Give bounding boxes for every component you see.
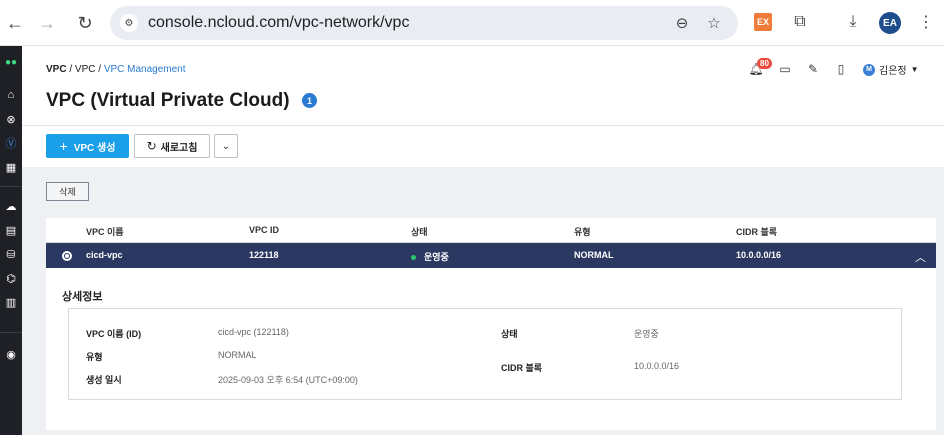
breadcrumb-current[interactable]: VPC Management bbox=[104, 64, 186, 75]
cloud-icon[interactable]: ☁ bbox=[3, 198, 19, 214]
chevron-down-icon: ▼ bbox=[910, 65, 919, 74]
address-bar[interactable]: ⚙ console.ncloud.com/vpc-network/vpc ⊖ ☆ bbox=[110, 6, 738, 40]
cell-type: NORMAL bbox=[574, 250, 614, 260]
detail-value: 2025-09-03 오후 6:54 (UTC+09:00) bbox=[218, 375, 358, 385]
ncloud-logo-icon[interactable]: ●● bbox=[3, 54, 19, 70]
detail-box: VPC 이름 (ID) cicd-vpc (122118) 유형 NORMAL … bbox=[68, 308, 902, 400]
detail-value: cicd-vpc (122118) bbox=[218, 327, 289, 337]
detail-title: 상세정보 bbox=[62, 291, 103, 303]
extension-ex-icon[interactable]: EX bbox=[754, 13, 772, 31]
url-text[interactable]: console.ncloud.com/vpc-network/vpc bbox=[148, 14, 409, 32]
close-circle-icon[interactable]: ⊗ bbox=[3, 111, 19, 127]
database-icon[interactable]: ⛁ bbox=[3, 246, 19, 262]
refresh-button[interactable]: ↻ 새로고침 bbox=[134, 134, 210, 158]
column-header[interactable]: 상태 bbox=[411, 225, 428, 238]
cell-vpc-id: 122118 bbox=[249, 250, 279, 260]
storage-icon[interactable]: ⌬ bbox=[3, 270, 19, 286]
chat-icon[interactable]: ▭ bbox=[778, 62, 792, 76]
reload-icon[interactable]: ↻ bbox=[70, 8, 100, 38]
server-icon[interactable]: ▤ bbox=[3, 222, 19, 238]
notification-badge: 80 bbox=[757, 58, 772, 69]
home-icon[interactable]: ⌂ bbox=[3, 87, 19, 103]
table-row[interactable]: cicd-vpc 122118 운영중 NORMAL 10.0.0.0/16 ︿ bbox=[46, 243, 936, 268]
zoom-icon[interactable]: ⊖ bbox=[672, 13, 692, 33]
cell-cidr: 10.0.0.0/16 bbox=[736, 250, 782, 260]
site-info-icon[interactable]: ⚙ bbox=[120, 14, 138, 32]
cell-vpc-name: cicd-vpc bbox=[86, 250, 123, 260]
user-menu[interactable]: M 김은정 ▼ bbox=[863, 62, 919, 77]
create-vpc-button[interactable]: + VPC 생성 bbox=[46, 134, 129, 158]
detail-value: NORMAL bbox=[218, 350, 257, 360]
back-icon[interactable]: ← bbox=[0, 8, 30, 38]
vpc-icon[interactable]: Ⓥ bbox=[3, 135, 19, 151]
support-icon[interactable]: ◉ bbox=[3, 346, 19, 362]
page-title: VPC (Virtual Private Cloud) bbox=[46, 90, 290, 111]
user-name: 김은정 bbox=[879, 66, 907, 77]
extensions-puzzle-icon[interactable]: ⧉ bbox=[788, 10, 812, 34]
grid-icon[interactable]: ▦ bbox=[3, 159, 19, 175]
status-dot-icon bbox=[411, 255, 416, 261]
detail-value: 10.0.0.0/16 bbox=[634, 361, 680, 371]
download-icon[interactable]: ⤓ bbox=[841, 10, 865, 34]
book-icon[interactable]: ▯ bbox=[834, 62, 848, 76]
user-avatar: M bbox=[863, 63, 875, 76]
column-header[interactable]: VPC 이름 bbox=[86, 225, 124, 238]
plus-icon: + bbox=[59, 138, 68, 154]
column-header[interactable]: 유형 bbox=[574, 225, 591, 238]
browser-toolbar: ← → ↻ ⚙ console.ncloud.com/vpc-network/v… bbox=[0, 0, 944, 46]
row-radio[interactable] bbox=[62, 251, 72, 261]
main-content: VPC / VPC / VPC Management 🔔︎ 80 ▭ ✎ ▯ M… bbox=[22, 47, 944, 435]
breadcrumb: VPC / VPC / VPC Management bbox=[46, 64, 186, 75]
detail-label: 생성 일시 bbox=[86, 375, 122, 385]
refresh-icon: ↻ bbox=[146, 139, 157, 153]
detail-label: 유형 bbox=[86, 352, 103, 362]
forward-icon[interactable]: → bbox=[32, 8, 62, 38]
detail-value: 운영중 bbox=[634, 329, 659, 339]
chevron-down-icon: ⌄ bbox=[221, 140, 231, 152]
column-header[interactable]: CIDR 블록 bbox=[736, 225, 777, 238]
detail-label: VPC 이름 (ID) bbox=[86, 329, 142, 339]
profile-avatar[interactable]: EA bbox=[879, 12, 901, 34]
edit-icon[interactable]: ✎ bbox=[806, 62, 820, 76]
breadcrumb-item[interactable]: VPC bbox=[75, 64, 96, 75]
collapse-chevron-icon[interactable]: ︿ bbox=[915, 249, 926, 265]
table-header: VPC 이름 VPC ID 상태 유형 CIDR 블록 bbox=[46, 218, 936, 243]
chart-icon[interactable]: ▥ bbox=[3, 294, 19, 310]
side-rail: ●● ⌂ ⊗ Ⓥ ▦ ☁ ▤ ⛁ ⌬ ▥ ◉ bbox=[0, 46, 22, 435]
bookmark-star-icon[interactable]: ☆ bbox=[704, 13, 724, 33]
detail-label: CIDR 블록 bbox=[501, 363, 543, 373]
count-badge: 1 bbox=[302, 93, 317, 108]
breadcrumb-item[interactable]: VPC bbox=[46, 64, 67, 75]
detail-panel: 상세정보 VPC 이름 (ID) cicd-vpc (122118) 유형 NO… bbox=[46, 268, 936, 430]
column-header[interactable]: VPC ID bbox=[249, 225, 279, 235]
delete-button[interactable]: 삭제 bbox=[46, 182, 89, 201]
detail-label: 상태 bbox=[501, 329, 518, 339]
browser-menu-icon[interactable]: ⋮ bbox=[914, 10, 938, 34]
cell-status: 운영중 bbox=[411, 250, 449, 263]
more-actions-dropdown[interactable]: ⌄ bbox=[214, 134, 238, 158]
